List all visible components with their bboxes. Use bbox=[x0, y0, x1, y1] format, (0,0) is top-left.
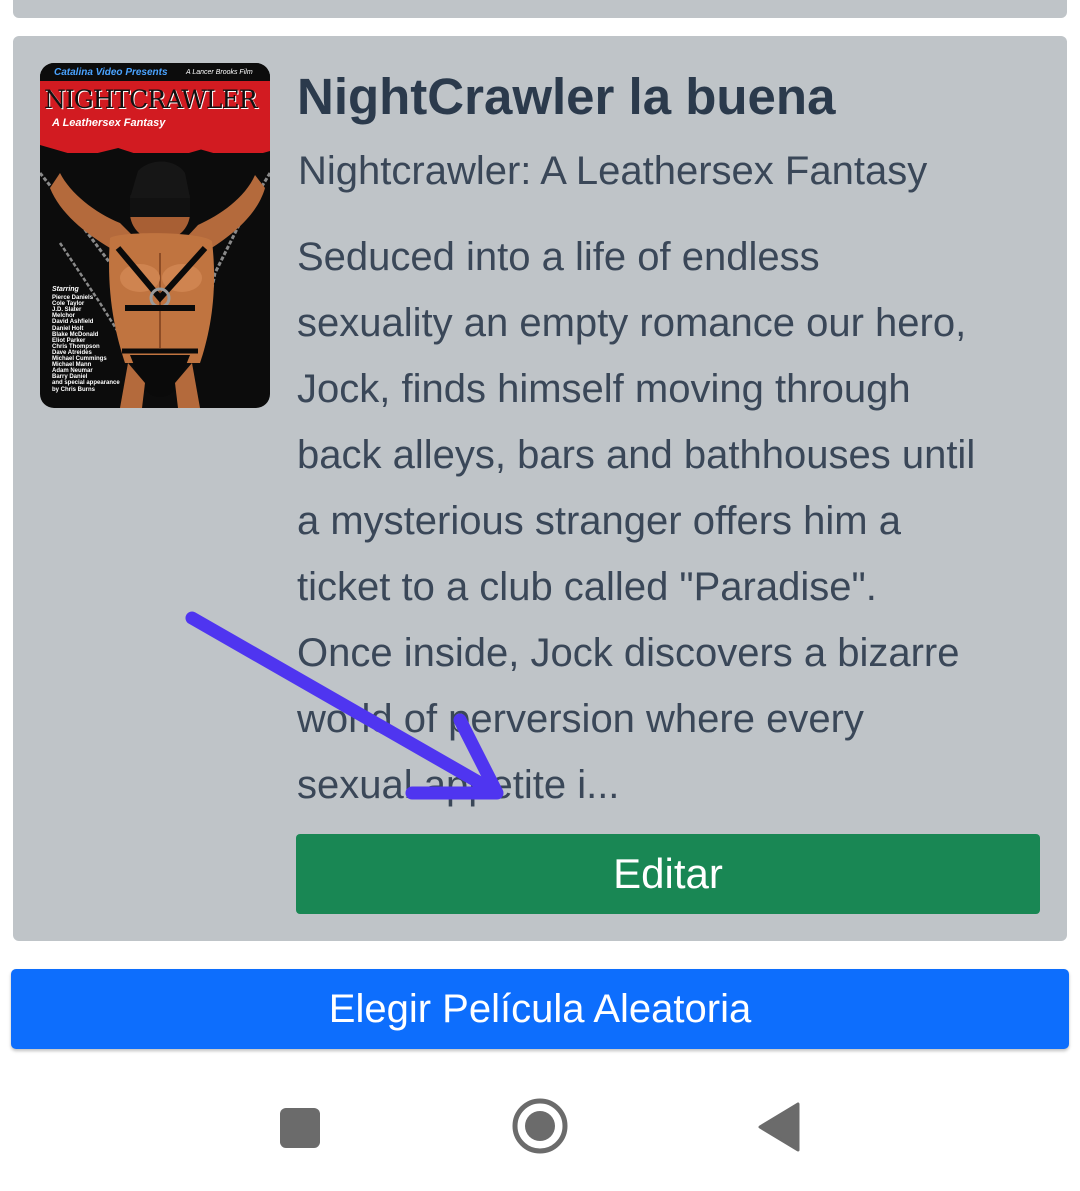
poster-cast-list: Starring Pierce Daniels Cole Taylor J.D.… bbox=[52, 286, 120, 393]
synopsis-line: sexuality an empty romance our hero, bbox=[297, 301, 967, 345]
movie-title: NightCrawler la buena bbox=[297, 68, 836, 125]
movie-synopsis: Seduced into a life of endless sexuality… bbox=[297, 224, 1047, 818]
synopsis-line: world of perversion where every bbox=[297, 697, 864, 741]
synopsis-line: Seduced into a life of endless bbox=[297, 235, 820, 279]
synopsis-line: a mysterious stranger offers him a bbox=[297, 499, 901, 543]
poster-starring-heading: Starring bbox=[52, 286, 79, 293]
random-movie-button[interactable]: Elegir Película Aleatoria bbox=[11, 969, 1069, 1049]
synopsis-line: Jock, finds himself moving through bbox=[297, 367, 911, 411]
circle-home-icon bbox=[512, 1098, 568, 1154]
movie-poster[interactable]: Catalina Video Presents A Lancer Brooks … bbox=[40, 63, 270, 408]
synopsis-line: back alleys, bars and bathhouses until bbox=[297, 433, 976, 477]
synopsis-line: sexual appetite i... bbox=[297, 763, 620, 807]
system-navigation-bar bbox=[0, 1070, 1080, 1191]
synopsis-line: Once inside, Jock discovers a bizarre bbox=[297, 631, 960, 675]
synopsis-line: ticket to a club called "Paradise". bbox=[297, 565, 877, 609]
poster-cast-item: by Chris Burns bbox=[52, 386, 96, 393]
movie-original-title: Nightcrawler: A Leathersex Fantasy bbox=[298, 149, 928, 193]
poster-cast-item: and special appearance bbox=[52, 380, 120, 387]
back-button[interactable] bbox=[750, 1098, 810, 1158]
app-screen: Catalina Video Presents A Lancer Brooks … bbox=[0, 0, 1080, 1191]
triangle-back-icon bbox=[758, 1102, 800, 1152]
home-button[interactable] bbox=[510, 1098, 570, 1158]
recents-button[interactable] bbox=[270, 1098, 330, 1158]
square-recents-icon bbox=[280, 1108, 320, 1148]
edit-button[interactable]: Editar bbox=[296, 834, 1040, 914]
movie-card: Catalina Video Presents A Lancer Brooks … bbox=[13, 36, 1067, 941]
previous-movie-card bbox=[13, 0, 1067, 18]
